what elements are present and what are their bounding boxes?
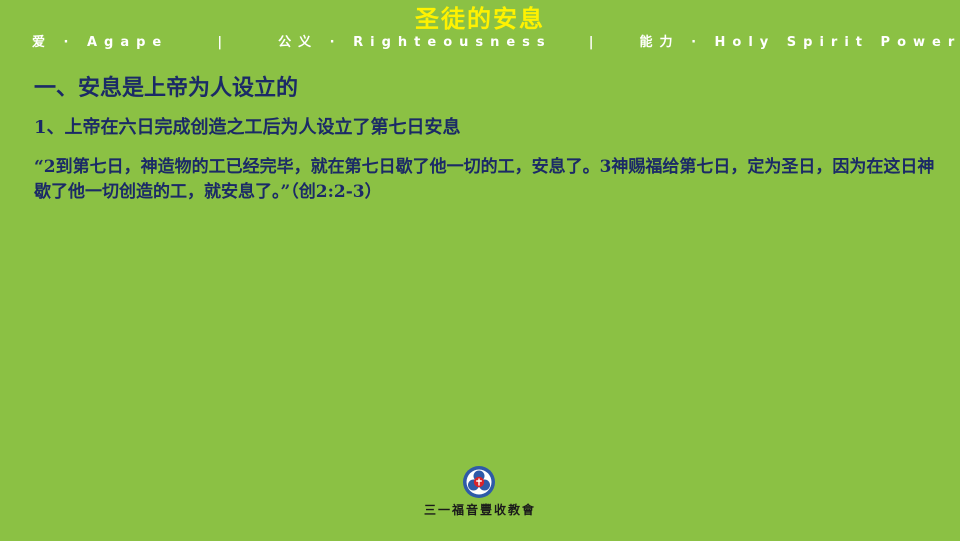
motto-separator: | — [588, 35, 601, 50]
slide-title: 圣徒的安息 — [415, 4, 545, 33]
motto-separator: | — [217, 35, 230, 50]
church-name: 三一福音豐收教會 — [423, 503, 536, 517]
section-heading: 一、安息是上帝为人设立的 — [34, 75, 299, 101]
motto-righteousness: 公义 · Righteousness — [278, 35, 552, 50]
church-logo-icon — [463, 466, 495, 498]
motto-bar: 爱 · Agape | 公义 · Righteousness | 能力 · Ho… — [32, 34, 954, 52]
subheading: 1、上帝在六日完成创造之工后为人设立了第七日安息 — [34, 117, 461, 138]
motto-power: 能力 · Holy Spirit Power — [639, 35, 960, 50]
scripture-quote: “2到第七日，神造物的工已经完毕，就在第七日歇了他一切的工，安息了。3神赐福给第… — [34, 157, 935, 202]
motto-love: 爱 · Agape — [32, 35, 169, 50]
